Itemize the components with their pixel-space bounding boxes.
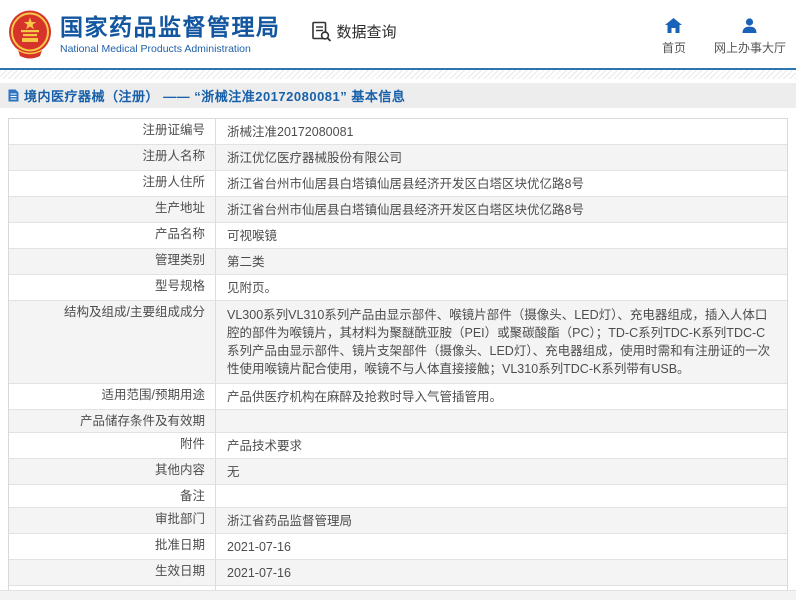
field-label: 适用范围/预期用途 [101, 388, 205, 402]
field-value-cell: 浙江优亿医疗器械股份有限公司 [216, 145, 787, 170]
field-label: 审批部门 [154, 512, 205, 526]
field-label-cell: 注册人名称 [9, 145, 216, 170]
nav-service-hall[interactable]: 网上办事大厅 [714, 18, 786, 56]
table-row: 注册证编号 浙械注准20172080081 [9, 119, 787, 145]
site-logo: 国家药品监督管理局 National Medical Products Admi… [8, 8, 281, 60]
field-label: 附件 [179, 437, 205, 451]
table-row: 产品储存条件及有效期 [9, 410, 787, 433]
field-value: 浙江省台州市仙居县白塔镇仙居县经济开发区白塔区块优亿路8号 [227, 177, 584, 191]
field-value: 浙械注准20172080081 [227, 125, 354, 139]
footer-band [0, 590, 796, 600]
field-label: 管理类别 [154, 253, 205, 267]
field-value: 2021-07-16 [227, 540, 291, 554]
field-label: 生效日期 [154, 564, 205, 578]
table-row: 审批部门 浙江省药品监督管理局 [9, 508, 787, 534]
field-label-cell: 产品储存条件及有效期 [9, 410, 216, 432]
field-label: 结构及组成/主要组成成分 [64, 305, 205, 319]
field-value-cell: 浙江省台州市仙居县白塔镇仙居县经济开发区白塔区块优亿路8号 [216, 197, 787, 222]
field-value-cell: 见附页。 [216, 275, 787, 300]
field-label: 生产地址 [154, 201, 205, 215]
field-label-cell: 备注 [9, 485, 216, 507]
field-value: 浙江优亿医疗器械股份有限公司 [227, 151, 403, 165]
table-row: 产品名称 可视喉镜 [9, 223, 787, 249]
table-row: 生效日期 2021-07-16 [9, 560, 787, 586]
data-query-icon [311, 21, 331, 42]
table-row: 注册人名称 浙江优亿医疗器械股份有限公司 [9, 145, 787, 171]
user-icon [742, 18, 757, 33]
field-value-cell: 浙江省药品监督管理局 [216, 508, 787, 533]
nav-home-label: 首页 [661, 41, 686, 55]
field-value: 无 [227, 465, 240, 479]
table-row: 管理类别 第二类 [9, 249, 787, 275]
field-value-cell: 产品技术要求 [216, 433, 787, 458]
site-subtitle: National Medical Products Administration [60, 42, 251, 55]
field-label: 注册人住所 [142, 175, 205, 189]
field-value: 2021-07-16 [227, 566, 291, 580]
data-query-button[interactable]: 数据查询 [311, 21, 397, 42]
field-value-cell: VL300系列VL310系列产品由显示部件、喉镜片部件（摄像头、LED灯）、充电… [216, 301, 787, 383]
field-value: 第二类 [227, 255, 265, 269]
field-value-cell: 可视喉镜 [216, 223, 787, 248]
field-label: 产品储存条件及有效期 [79, 414, 205, 428]
nav-home[interactable]: 首页 [662, 18, 686, 56]
field-label: 产品名称 [154, 227, 205, 241]
info-table: 注册证编号 浙械注准20172080081 注册人名称 浙江优亿医疗器械股份有限… [8, 118, 788, 600]
field-value: 产品供医疗机构在麻醉及抢救时导入气管插管用。 [227, 390, 503, 404]
field-value: 可视喉镜 [227, 229, 278, 243]
table-row: 批准日期 2021-07-16 [9, 534, 787, 560]
field-value-cell: 2021-07-16 [216, 560, 787, 585]
document-icon [8, 89, 19, 102]
header-nav: 首页 网上办事大厅 [662, 18, 786, 56]
field-label-cell: 适用范围/预期用途 [9, 384, 216, 409]
site-header: 国家药品监督管理局 National Medical Products Admi… [0, 0, 796, 68]
field-value: VL300系列VL310系列产品由显示部件、喉镜片部件（摄像头、LED灯）、充电… [227, 308, 771, 376]
breadcrumb: 境内医疗器械（注册） —— “浙械注准20172080081” 基本信息 [0, 83, 796, 108]
field-label: 注册证编号 [142, 123, 205, 137]
national-emblem-icon [9, 10, 51, 59]
field-label-cell: 批准日期 [9, 534, 216, 559]
field-label: 批准日期 [154, 538, 205, 552]
field-label-cell: 管理类别 [9, 249, 216, 274]
table-row: 适用范围/预期用途 产品供医疗机构在麻醉及抢救时导入气管插管用。 [9, 384, 787, 410]
field-value-cell [216, 485, 787, 507]
field-label: 注册人名称 [142, 149, 205, 163]
field-label-cell: 型号规格 [9, 275, 216, 300]
field-value-cell: 2021-07-16 [216, 534, 787, 559]
table-row: 生产地址 浙江省台州市仙居县白塔镇仙居县经济开发区白塔区块优亿路8号 [9, 197, 787, 223]
field-value: 见附页。 [227, 281, 278, 295]
field-label-cell: 结构及组成/主要组成成分 [9, 301, 216, 383]
field-label: 型号规格 [154, 279, 205, 293]
data-query-label: 数据查询 [336, 23, 397, 41]
field-label-cell: 生效日期 [9, 560, 216, 585]
field-value-cell: 产品供医疗机构在麻醉及抢救时导入气管插管用。 [216, 384, 787, 409]
field-value: 浙江省台州市仙居县白塔镇仙居县经济开发区白塔区块优亿路8号 [227, 203, 584, 217]
field-label-cell: 产品名称 [9, 223, 216, 248]
field-label-cell: 附件 [9, 433, 216, 458]
hatch-band [0, 70, 796, 79]
field-label-cell: 注册人住所 [9, 171, 216, 196]
field-value-cell [216, 410, 787, 432]
table-row: 结构及组成/主要组成成分 VL300系列VL310系列产品由显示部件、喉镜片部件… [9, 301, 787, 384]
field-label-cell: 生产地址 [9, 197, 216, 222]
table-row: 备注 [9, 485, 787, 508]
table-row: 其他内容 无 [9, 459, 787, 485]
field-value-cell: 浙江省台州市仙居县白塔镇仙居县经济开发区白塔区块优亿路8号 [216, 171, 787, 196]
field-label: 备注 [179, 489, 205, 503]
table-row: 附件 产品技术要求 [9, 433, 787, 459]
field-label-cell: 其他内容 [9, 459, 216, 484]
nav-service-hall-label: 网上办事大厅 [713, 41, 786, 55]
field-label-cell: 注册证编号 [9, 119, 216, 144]
site-title: 国家药品监督管理局 [60, 13, 281, 40]
field-value-cell: 第二类 [216, 249, 787, 274]
field-label-cell: 审批部门 [9, 508, 216, 533]
field-value: 浙江省药品监督管理局 [227, 514, 353, 528]
table-row: 型号规格 见附页。 [9, 275, 787, 301]
field-value-cell: 无 [216, 459, 787, 484]
page-title: 境内医疗器械（注册） —— “浙械注准20172080081” 基本信息 [24, 89, 406, 104]
field-label: 其他内容 [154, 463, 205, 477]
home-icon [665, 18, 683, 33]
field-value: 产品技术要求 [227, 439, 303, 453]
field-value-cell: 浙械注准20172080081 [216, 119, 787, 144]
table-row: 注册人住所 浙江省台州市仙居县白塔镇仙居县经济开发区白塔区块优亿路8号 [9, 171, 787, 197]
